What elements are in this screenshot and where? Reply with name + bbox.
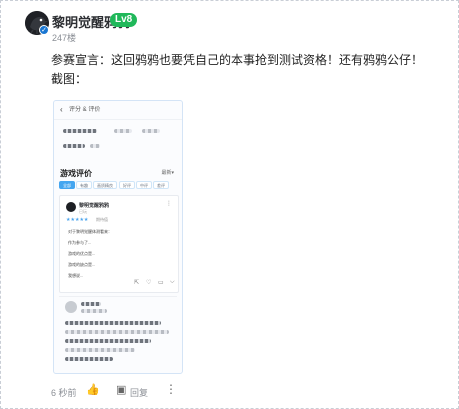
review-line: 游戏的缺点是... xyxy=(68,262,96,267)
dislike-icon[interactable]: ⌵ xyxy=(170,279,175,286)
sort-selector[interactable]: 最新▾ xyxy=(161,169,174,176)
tab-graphics[interactable]: 画质精良 xyxy=(93,181,117,189)
comment-footer: 6 秒前 👍 ▣ 回复 ⋮ xyxy=(51,383,201,399)
blurred-text xyxy=(63,129,97,133)
review-filter-tabs: 全部 有趣 画质精良 好评 中评 差评 xyxy=(59,181,177,189)
blurred-text xyxy=(63,144,85,148)
blurred-text xyxy=(81,309,107,313)
level-badge: Lv8 xyxy=(110,13,138,27)
reviews-section-title: 游戏评价 xyxy=(60,169,92,178)
review-actions: ⇱ ♡ ▭ ⌵ xyxy=(66,279,175,287)
blurred-text xyxy=(65,357,113,361)
blurred-text xyxy=(65,330,169,334)
review-line: 对于黎明觉醒体测看来： xyxy=(68,229,112,234)
back-icon: ‹ xyxy=(60,105,63,114)
tab-all[interactable]: 全部 xyxy=(59,181,75,189)
blurred-text xyxy=(65,348,135,352)
share-icon[interactable]: ⇱ xyxy=(134,279,139,286)
blurred-text xyxy=(114,129,132,133)
reply-button[interactable]: 回复 xyxy=(130,386,148,399)
comment-card: ✓ 黎明觉醒鸦鸦 Lv8 247楼 参赛宣言：这回鸦鸦也要凭自己的本事抢到测试资… xyxy=(0,0,459,409)
review-avatar xyxy=(66,202,76,212)
screenshot-header: ‹ 评分 & 评价 xyxy=(54,101,182,120)
tab-positive[interactable]: 好评 xyxy=(119,181,135,189)
comment-icon[interactable]: ▭ xyxy=(158,279,164,286)
blurred-text xyxy=(90,144,100,148)
review-card: 黎明觉醒鸦鸦 已玩 ⋮ ★★★★★ 期待值 对于黎明觉醒体测看来： 作为参与了.… xyxy=(59,195,179,293)
blurred-text xyxy=(142,129,160,133)
blurred-text xyxy=(65,339,151,343)
reply-icon[interactable]: ▣ xyxy=(116,383,126,396)
tab-fun[interactable]: 有趣 xyxy=(76,181,92,189)
attached-screenshot[interactable]: ‹ 评分 & 评价 游戏评价 最新▾ 全部 有趣 画质精良 好评 中评 差评 黎… xyxy=(53,100,183,374)
rating-note: 期待值 xyxy=(96,217,108,222)
like-button-icon[interactable]: 👍 xyxy=(86,383,100,396)
rating-stars: ★★★★★ xyxy=(66,217,89,223)
more-options-icon[interactable]: ⋮ xyxy=(165,383,177,395)
more-icon[interactable]: ⋮ xyxy=(166,200,172,207)
review-line: 游戏的优点是... xyxy=(68,251,96,256)
review-line: 作为参与了... xyxy=(68,240,92,245)
screenshot-label: 截图： xyxy=(51,72,88,86)
review-author: 黎明觉醒鸦鸦 xyxy=(79,203,110,209)
timestamp: 6 秒前 xyxy=(51,388,77,398)
blurred-text xyxy=(81,302,101,306)
verified-badge-icon: ✓ xyxy=(39,25,49,35)
floor-number: 247楼 xyxy=(52,33,77,43)
tab-negative[interactable]: 差评 xyxy=(153,181,169,189)
blurred-review xyxy=(59,296,177,369)
blurred-text xyxy=(65,321,161,325)
like-icon[interactable]: ♡ xyxy=(146,279,151,286)
blurred-avatar xyxy=(65,301,77,313)
comment-text: 参赛宣言：这回鸦鸦也要凭自己的本事抢到测试资格！还有鸦鸦公仔！ xyxy=(51,53,424,67)
review-meta: 已玩 xyxy=(79,209,87,214)
tab-neutral[interactable]: 中评 xyxy=(136,181,152,189)
screenshot-page-title: 评分 & 评价 xyxy=(69,107,101,113)
